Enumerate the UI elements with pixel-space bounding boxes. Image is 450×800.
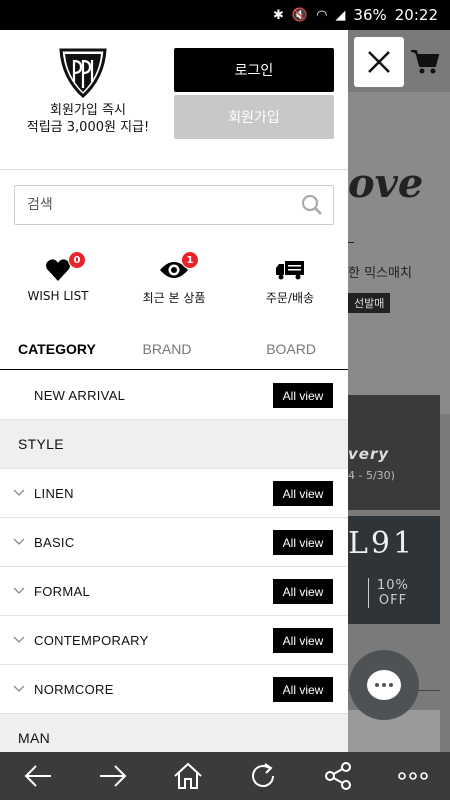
banner-title: very — [348, 445, 390, 463]
browser-nav-bar — [0, 752, 450, 800]
background-page: ove 한 믹스매치 선발매 very 4 - 5/30) L91 10% OF… — [348, 30, 450, 752]
recently-viewed-badge: 1 — [181, 251, 199, 269]
order-delivery-link[interactable]: 주문/배송 — [232, 255, 348, 310]
all-view-button[interactable]: All view — [273, 530, 333, 555]
close-drawer-button[interactable] — [354, 37, 404, 87]
cart-icon — [411, 50, 440, 74]
hero-dash — [348, 242, 354, 243]
refresh-icon — [251, 763, 274, 787]
chevron-down-icon[interactable] — [13, 634, 25, 644]
signup-promo: 회원가입 즉시 적립금 3,000원 지급! — [26, 103, 150, 135]
all-view-button[interactable]: All view — [273, 383, 333, 408]
tab-board[interactable]: BOARD — [217, 328, 348, 369]
side-drawer: 회원가입 즉시 적립금 3,000원 지급! 로그인 회원가입 0 WISH L… — [0, 30, 348, 752]
banner-title: L91 — [348, 526, 416, 561]
share-button[interactable] — [313, 756, 363, 796]
order-delivery-label: 주문/배송 — [265, 291, 315, 305]
menu-tabs: CATEGORY BRAND BOARD — [0, 328, 348, 370]
signal-icon: ◢ — [335, 7, 346, 23]
truck-icon — [276, 261, 304, 280]
all-view-button[interactable]: All view — [273, 481, 333, 506]
search-box[interactable] — [14, 185, 334, 225]
all-view-button[interactable]: All view — [273, 628, 333, 653]
category-section[interactable]: MAN — [0, 714, 348, 752]
category-row[interactable]: NEW ARRIVAL All view — [0, 371, 348, 420]
category-name: LINEN — [34, 485, 74, 501]
chevron-down-icon[interactable] — [13, 487, 25, 497]
all-view-button[interactable]: All view — [273, 579, 333, 604]
wifi-icon: ◠ — [316, 7, 328, 23]
chevron-down-icon[interactable] — [13, 536, 25, 546]
hero-caption: 한 믹스매치 — [348, 266, 412, 281]
brand-logo[interactable] — [57, 48, 109, 98]
category-row[interactable]: FORMAL All view — [0, 567, 348, 616]
search-input[interactable] — [27, 197, 297, 213]
category-row[interactable]: BASIC All view — [0, 518, 348, 567]
more-button[interactable] — [388, 756, 438, 796]
home-icon — [173, 762, 202, 789]
tab-brand[interactable]: BRAND — [117, 328, 216, 369]
share-icon — [324, 762, 351, 790]
arrow-right-icon — [99, 765, 126, 787]
bluetooth-icon: ✱ — [272, 7, 284, 23]
heart-icon — [46, 259, 70, 281]
category-list: NEW ARRIVAL All view STYLE LINEN All view BAS… — [0, 371, 348, 752]
category-name: BASIC — [34, 534, 75, 550]
category-name: FORMAL — [34, 583, 90, 599]
status-bar: ✱ 🔇 ◠ ◢ 36% 20:22 — [0, 0, 450, 30]
all-view-button[interactable]: All view — [273, 677, 333, 702]
hero-tag: 선발매 — [348, 293, 391, 313]
login-button[interactable]: 로그인 — [174, 48, 334, 92]
category-name: NORMCORE — [34, 681, 114, 697]
wishlist-link[interactable]: 0 WISH LIST — [0, 251, 116, 310]
hero-banner — [348, 92, 450, 414]
chevron-down-icon[interactable] — [13, 683, 25, 693]
banner-discount: 10% OFF — [368, 578, 409, 608]
category-name: STYLE — [18, 436, 64, 452]
more-icon — [397, 772, 428, 780]
wishlist-label: WISH LIST — [27, 289, 89, 303]
category-name: CONTEMPORARY — [34, 632, 149, 648]
forward-button[interactable] — [88, 756, 138, 796]
promo-banner-1[interactable]: very 4 - 5/30) — [348, 395, 440, 510]
wishlist-badge: 0 — [68, 251, 86, 269]
cart-button[interactable] — [410, 48, 440, 80]
home-button[interactable] — [163, 756, 213, 796]
category-section[interactable]: STYLE — [0, 420, 348, 469]
chevron-down-icon[interactable] — [13, 585, 25, 595]
mute-icon: 🔇 — [291, 7, 309, 23]
chat-icon — [367, 670, 401, 700]
recently-viewed-link[interactable]: 1 최근 본 상품 — [116, 251, 232, 310]
clock: 20:22 — [394, 6, 438, 24]
banner-subtitle: 4 - 5/30) — [348, 469, 395, 482]
back-button[interactable] — [13, 756, 63, 796]
battery-level: 36% — [353, 6, 387, 24]
search-icon[interactable] — [301, 194, 323, 216]
hero-script-text: ove — [348, 160, 424, 207]
refresh-button[interactable] — [238, 756, 288, 796]
category-row[interactable]: LINEN All view — [0, 469, 348, 518]
signup-button[interactable]: 회원가입 — [174, 95, 334, 139]
category-row[interactable]: CONTEMPORARY All view — [0, 616, 348, 665]
close-icon — [368, 51, 390, 73]
chat-button[interactable] — [349, 650, 419, 720]
arrow-left-icon — [24, 765, 51, 787]
promo-banner-2[interactable]: L91 10% OFF — [348, 516, 440, 624]
category-name: NEW ARRIVAL — [34, 387, 126, 403]
quick-links: 0 WISH LIST 1 최근 본 상품 주문/배송 — [0, 251, 348, 310]
category-row[interactable]: NORMCORE All view — [0, 665, 348, 714]
tab-category[interactable]: CATEGORY — [0, 328, 117, 369]
recently-viewed-label: 최근 본 상품 — [142, 291, 206, 305]
drawer-header: 회원가입 즉시 적립금 3,000원 지급! 로그인 회원가입 — [0, 30, 348, 170]
category-name: MAN — [18, 730, 51, 746]
